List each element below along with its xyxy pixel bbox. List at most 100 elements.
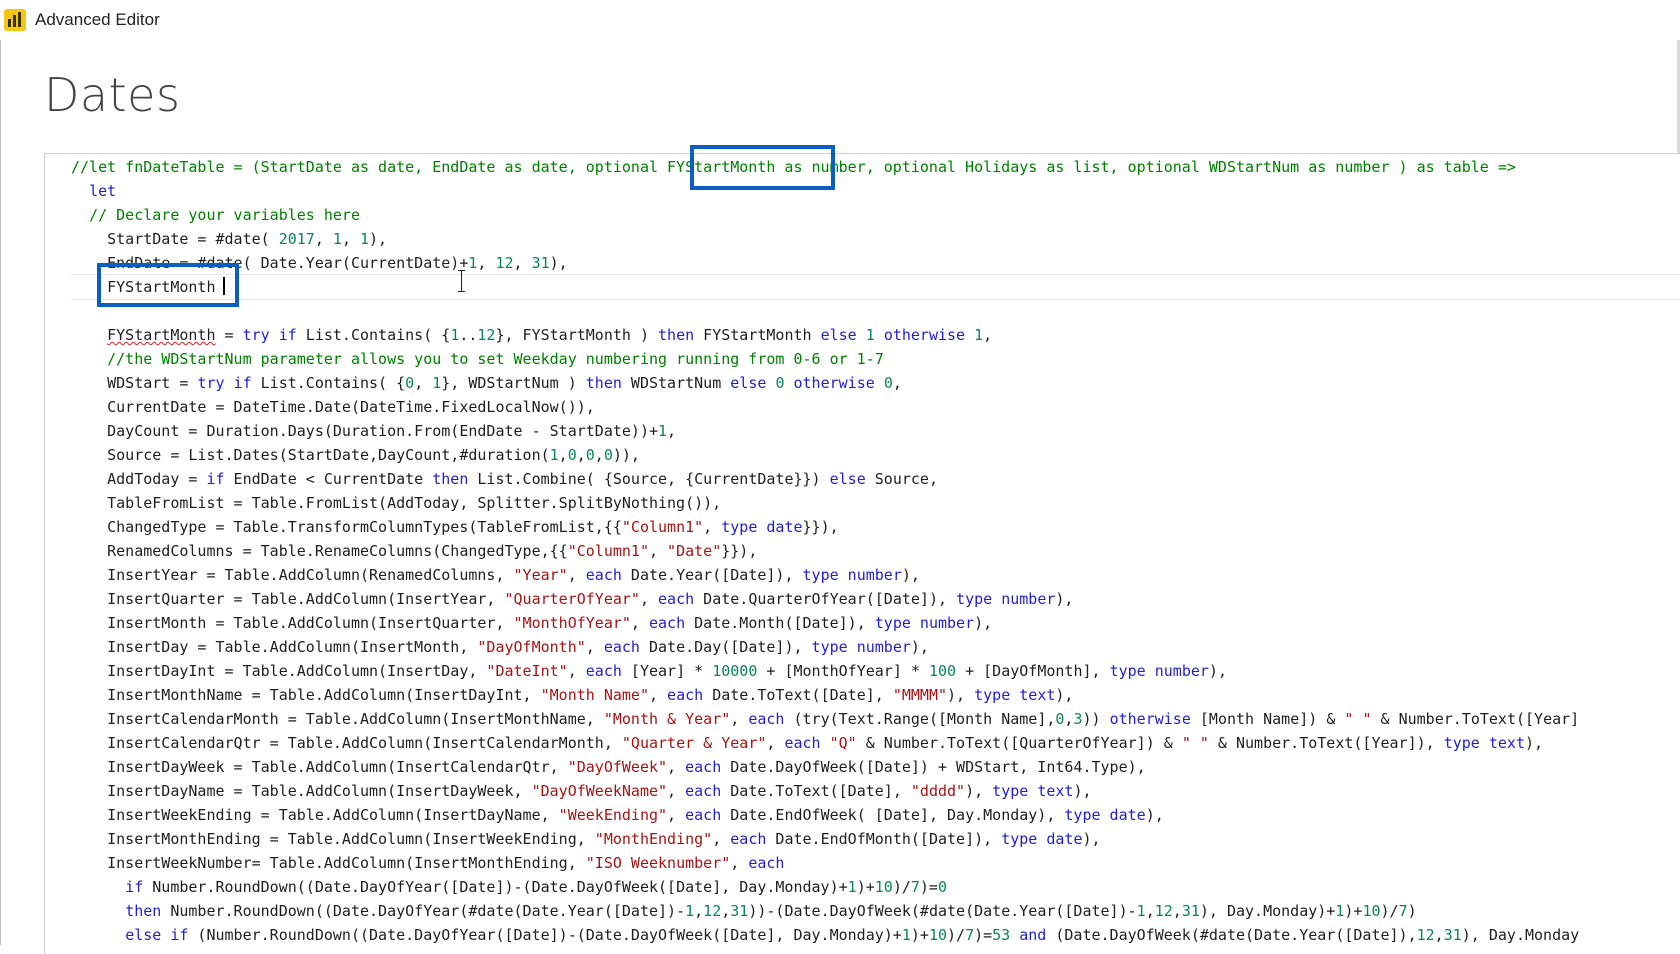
highlight-box-new-line [97,263,239,307]
code-line[interactable]: DayCount = Duration.Days(Duration.From(E… [45,419,1680,443]
code-line[interactable]: StartDate = #date( 2017, 1, 1), [45,227,1680,251]
code-token: "MonthOfYear" [513,614,631,632]
code-token: each [748,710,785,728]
code-token: InsertCalendarMonth = Table.AddColumn(In… [71,710,604,728]
code-lines[interactable]: //let fnDateTable = (StartDate as date, … [45,155,1680,947]
code-token: 12 [1416,926,1435,944]
code-token: Date.DayOfWeek([Date]) + WDStart, Int64.… [721,758,1146,776]
code-token: each [585,662,622,680]
code-token: "WeekEnding" [558,806,668,824]
code-token: , [585,638,604,656]
code-token: , [341,230,360,248]
power-bi-icon [4,9,26,31]
code-line[interactable]: InsertYear = Table.AddColumn(RenamedColu… [45,563,1680,587]
code-line[interactable]: InsertDayInt = Table.AddColumn(InsertDay… [45,659,1680,683]
code-token: each [748,854,785,872]
code-token: RenamedColumns = Table.RenameColumns(Cha… [71,542,568,560]
code-line[interactable]: Source = List.Dates(StartDate,DayCount,#… [45,443,1680,467]
code-line[interactable]: // Declare your variables here [45,203,1680,227]
code-token: 12 [1154,902,1173,920]
code-token: , [766,734,785,752]
code-line[interactable]: EndDate = #date( Date.Year(CurrentDate)+… [45,251,1680,275]
code-editor[interactable]: //let fnDateTable = (StartDate as date, … [44,153,1680,954]
code-line[interactable]: ChangedType = Table.TransformColumnTypes… [45,515,1680,539]
code-token: "Column1" [621,518,704,536]
code-line[interactable]: InsertMonthEnding = Table.AddColumn(Inse… [45,827,1680,851]
code-line[interactable]: if Number.RoundDown((Date.DayOfYear([Dat… [45,875,1680,899]
code-token: )+ [910,926,929,944]
code-token: type number [956,590,1056,608]
code-line[interactable]: InsertMonth = Table.AddColumn(InsertQuar… [45,611,1680,635]
code-token: , [414,374,433,392]
code-line[interactable]: InsertCalendarQtr = Table.AddColumn(Inse… [45,731,1680,755]
code-token: 12 [703,902,722,920]
code-line[interactable]: InsertMonthName = Table.AddColumn(Insert… [45,683,1680,707]
code-token: ), [965,782,993,800]
code-token: Number.RoundDown((Date.DayOfYear([Date])… [143,878,848,896]
code-token: ), [1525,734,1544,752]
code-token: & Number.ToText([QuarterOfYear]) & [856,734,1182,752]
code-token: type date [721,518,803,536]
code-token: Date.EndOfWeek( [Date], Day.Monday), [721,806,1065,824]
code-token: ), [1208,662,1227,680]
code-token: )) [1082,710,1110,728]
code-token: , [648,686,668,704]
code-token: ), [901,566,920,584]
code-token: "DayOfMonth" [477,638,586,656]
code-line[interactable]: TableFromList = Table.FromList(AddToday,… [45,491,1680,515]
code-token: + [DayOfMonth], [956,662,1110,680]
code-line[interactable]: FYStartMonth [45,275,1680,299]
code-line[interactable] [45,299,1680,323]
code-token: }, FYStartMonth ) [495,326,659,344]
code-token: each [685,758,722,776]
code-line[interactable]: else if (Number.RoundDown((Date.DayOfYea… [45,923,1680,947]
code-line[interactable]: InsertCalendarMonth = Table.AddColumn(In… [45,707,1680,731]
code-token: , [730,854,749,872]
code-line[interactable]: then Number.RoundDown((Date.DayOfYear(#d… [45,899,1680,923]
code-line[interactable]: InsertDayWeek = Table.AddColumn(InsertCa… [45,755,1680,779]
code-token: , [648,542,668,560]
code-line[interactable]: let [45,179,1680,203]
code-token: InsertMonthEnding = Table.AddColumn(Inse… [71,830,595,848]
code-token: 53 [992,926,1011,944]
code-token: , [667,806,686,824]
code-line[interactable]: //the WDStartNum parameter allows you to… [45,347,1680,371]
code-token: " " [1181,734,1209,752]
code-token: ), [974,614,993,632]
code-token: "MonthEnding" [594,830,713,848]
code-line[interactable]: RenamedColumns = Table.RenameColumns(Cha… [45,539,1680,563]
code-token: (try(Text.Range([Month Name], [784,710,1056,728]
code-line[interactable]: InsertWeekNumber= Table.AddColumn(Insert… [45,851,1680,875]
code-token: ), [1055,590,1074,608]
code-line[interactable]: InsertDay = Table.AddColumn(InsertMonth,… [45,635,1680,659]
code-line[interactable]: //let fnDateTable = (StartDate as date, … [45,155,1680,179]
code-token: 0 [585,446,595,464]
code-token: 2017 [278,230,315,248]
code-token: InsertWeekEnding = Table.AddColumn(Inser… [71,806,559,824]
code-token: , [576,446,586,464]
code-line[interactable]: InsertWeekEnding = Table.AddColumn(Inser… [45,803,1680,827]
code-line[interactable]: InsertDayName = Table.AddColumn(InsertDa… [45,779,1680,803]
code-token: each [648,614,686,632]
code-token: Date.ToText([Date], [721,782,911,800]
code-token: WDStartNum [621,374,731,392]
code-token: List.Contains( { [296,326,451,344]
code-line[interactable]: FYStartMonth = try if List.Contains( {1.… [45,323,1680,347]
code-token: )), [612,446,640,464]
code-token: // Declare your variables here [89,206,360,224]
code-token: InsertQuarter = Table.AddColumn(InsertYe… [71,590,505,608]
code-token: Source = List.Dates(StartDate,DayCount,#… [71,446,550,464]
code-token: 12 [477,326,496,344]
code-line[interactable]: InsertQuarter = Table.AddColumn(InsertYe… [45,587,1680,611]
code-token: type number [811,638,911,656]
code-token: type number [1109,662,1209,680]
code-token: else [829,470,866,488]
code-line[interactable]: AddToday = if EndDate < CurrentDate then… [45,467,1680,491]
code-line[interactable]: WDStart = try if List.Contains( {0, 1}, … [45,371,1680,395]
code-token: 1 [450,326,460,344]
code-token: , [712,830,731,848]
code-line[interactable]: CurrentDate = DateTime.Date(DateTime.Fix… [45,395,1680,419]
code-token: 10 [1362,902,1381,920]
